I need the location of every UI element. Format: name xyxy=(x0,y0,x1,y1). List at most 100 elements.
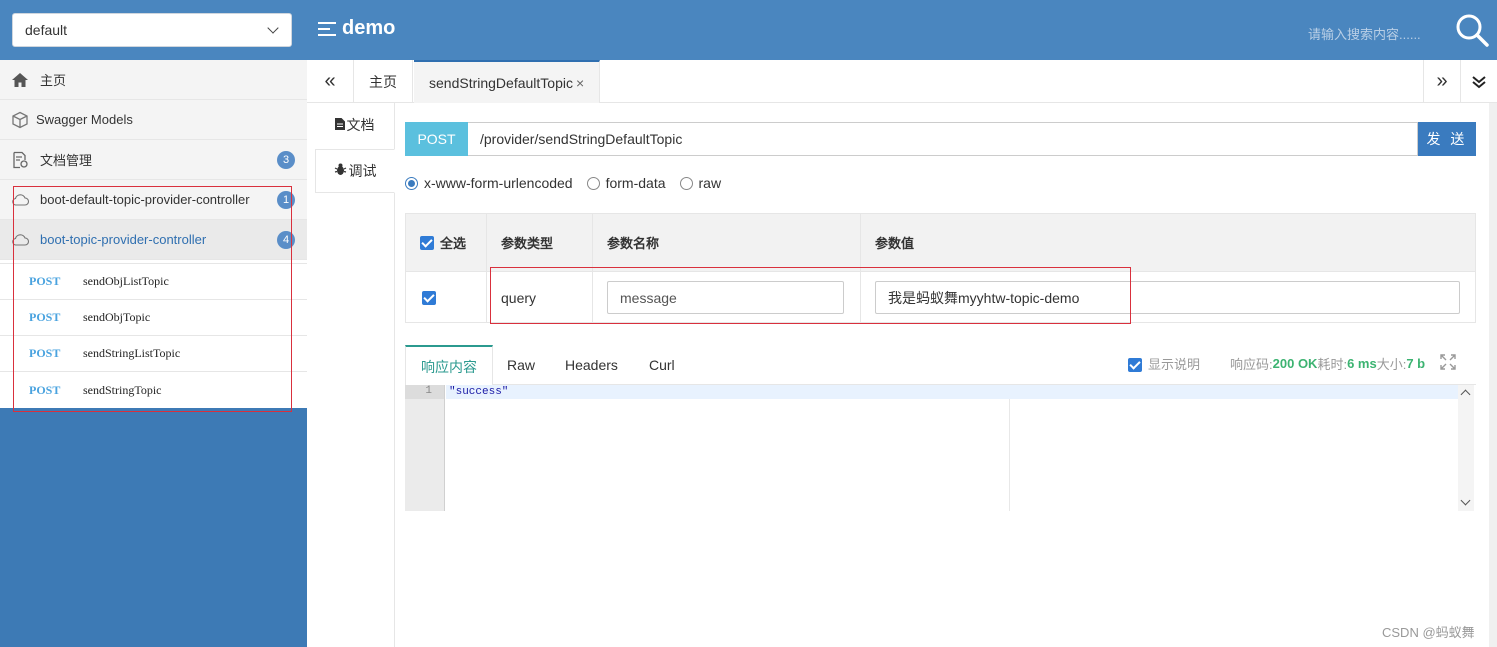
radio-urlencoded[interactable]: x-www-form-urlencoded xyxy=(405,175,573,191)
print-margin xyxy=(1009,399,1010,511)
cube-icon xyxy=(10,111,30,129)
params-table: 全选 参数类型 参数名称 参数值 query message 我是蚂蚁舞myyh… xyxy=(405,213,1476,323)
subtab-label: 文档 xyxy=(346,117,375,133)
group-select[interactable]: default xyxy=(12,13,292,47)
radio-raw[interactable]: raw xyxy=(679,175,722,191)
editor-scrollbar[interactable] xyxy=(1458,385,1474,511)
tab-current[interactable]: sendStringDefaultTopic × xyxy=(414,60,601,103)
search-icon[interactable] xyxy=(1454,12,1490,48)
line-number: 1 xyxy=(405,385,444,399)
subtab-doc[interactable]: 文档 xyxy=(315,103,394,147)
radio-label: raw xyxy=(698,175,722,191)
tab-label: 主页 xyxy=(369,73,397,90)
sidebar-item-swagger-models[interactable]: Swagger Models xyxy=(0,100,307,140)
header-cell: 参数类型 xyxy=(487,214,593,271)
time-label: 耗时: xyxy=(1317,357,1348,372)
sidebar-item-controller[interactable]: boot-topic-provider-controller 4 xyxy=(0,220,307,260)
line-gutter: 1 xyxy=(405,385,445,511)
param-name-cell: message xyxy=(593,272,861,323)
show-desc-label: 显示说明 xyxy=(1148,357,1201,372)
response-meta: 显示说明 响应码: 200 OK 耗时: 6 ms 大小: 7 b xyxy=(1128,354,1425,373)
count-badge: 3 xyxy=(277,151,295,169)
method-badge: POST xyxy=(405,122,468,156)
response-editor[interactable]: 1 "success" xyxy=(405,385,1474,511)
param-name-input[interactable]: message xyxy=(607,281,844,314)
watermark: CSDN @蚂蚁舞 xyxy=(1382,625,1475,640)
content-type-group: x-www-form-urlencoded form-data raw xyxy=(405,174,735,192)
fullscreen-icon[interactable] xyxy=(1440,354,1456,370)
show-desc-checkbox[interactable] xyxy=(1128,357,1142,372)
header-label: 全选 xyxy=(440,236,467,251)
menu-collapse-icon[interactable] xyxy=(318,21,336,37)
radio-dot xyxy=(679,176,693,190)
sidebar-api-item[interactable]: POST sendObjListTopic xyxy=(0,264,307,300)
header-cell: 参数值 xyxy=(875,236,915,251)
radio-form-data[interactable]: form-data xyxy=(586,175,666,191)
tab-bar: « 主页 sendStringDefaultTopic × » xyxy=(307,60,1497,103)
api-method: POST xyxy=(29,346,61,360)
tab-headers[interactable]: Headers xyxy=(550,345,633,385)
send-button[interactable]: 发 送 xyxy=(1418,122,1476,156)
sidebar-item-label: boot-default-topic-provider-controller xyxy=(40,192,250,207)
param-value-input[interactable]: 我是蚂蚁舞myyhtw-topic-demo xyxy=(875,281,1460,314)
sidebar-item-doc-manage[interactable]: 文档管理 3 xyxy=(0,140,307,180)
home-icon xyxy=(10,71,30,89)
sidebar-api-item[interactable]: POST sendStringTopic xyxy=(0,372,307,408)
sidebar-api-item[interactable]: POST sendStringListTopic xyxy=(0,336,307,372)
param-type: query xyxy=(487,272,593,323)
url-input[interactable]: /provider/sendStringDefaultTopic xyxy=(468,122,1418,156)
sidebar-menu: 主页 Swagger Models 文档管理 3 boot-default-to… xyxy=(0,60,307,408)
sidebar: 主页 Swagger Models 文档管理 3 boot-default-to… xyxy=(0,60,307,647)
radio-dot xyxy=(405,176,418,190)
chevron-down-icon xyxy=(267,22,279,34)
row-select xyxy=(406,272,487,323)
sidebar-item-home[interactable]: 主页 xyxy=(0,60,307,100)
api-method: POST xyxy=(29,274,61,288)
sidebar-item-label: boot-topic-provider-controller xyxy=(40,232,207,247)
tab-response-content[interactable]: 响应内容 xyxy=(405,345,493,386)
radio-label: form-data xyxy=(605,175,666,191)
group-select-value: default xyxy=(25,22,68,38)
sidebar-item-label: Swagger Models xyxy=(36,112,133,127)
api-cloud-icon xyxy=(10,191,30,209)
app-title: demo xyxy=(318,17,395,40)
tab-menu-icon[interactable] xyxy=(1460,60,1497,103)
file-icon xyxy=(334,117,345,133)
bug-icon xyxy=(334,163,347,179)
subtab-debug[interactable]: 调试 xyxy=(315,149,395,193)
select-all[interactable]: 全选 xyxy=(406,214,487,271)
sidebar-item-label: 主页 xyxy=(40,73,67,88)
count-badge: 4 xyxy=(277,231,295,249)
tab-label: sendStringDefaultTopic xyxy=(429,74,573,91)
chevron-down-icon[interactable] xyxy=(1460,495,1471,506)
tab-scroll-right-icon[interactable]: » xyxy=(1423,60,1460,103)
sidebar-item-controller[interactable]: boot-default-topic-provider-controller 1 xyxy=(0,180,307,220)
app-title-text: demo xyxy=(342,17,396,39)
search-input[interactable]: 请输入搜索内容...... xyxy=(1308,24,1421,43)
api-name: sendStringListTopic xyxy=(83,346,181,360)
api-method: POST xyxy=(29,310,61,324)
tab-raw[interactable]: Raw xyxy=(492,345,550,385)
api-method: POST xyxy=(29,382,61,397)
radio-dot xyxy=(586,176,600,190)
select-all-checkbox[interactable] xyxy=(420,235,434,250)
subtab-label: 调试 xyxy=(348,163,377,179)
params-header-row: 全选 参数类型 参数名称 参数值 xyxy=(406,214,1475,272)
response-time: 6 ms xyxy=(1347,356,1377,371)
api-name: sendStringTopic xyxy=(83,382,162,397)
top-header: default demo 请输入搜索内容...... xyxy=(0,0,1497,60)
sidebar-api-item[interactable]: POST sendObjTopic xyxy=(0,300,307,336)
sidebar-item-label: 文档管理 xyxy=(40,153,93,168)
row-checkbox[interactable] xyxy=(422,290,436,305)
tab-curl[interactable]: Curl xyxy=(634,345,690,385)
code-label: 响应码: xyxy=(1230,357,1273,372)
response-body: "success" xyxy=(446,385,1458,399)
tab-home[interactable]: 主页 xyxy=(354,60,413,103)
request-url-row: POST /provider/sendStringDefaultTopic 发 … xyxy=(405,122,1476,156)
api-name: sendObjTopic xyxy=(83,310,151,324)
chevron-up-icon[interactable] xyxy=(1460,389,1471,400)
page-scrollbar[interactable] xyxy=(1489,103,1497,647)
radio-label: x-www-form-urlencoded xyxy=(424,175,573,191)
tab-scroll-left-icon[interactable]: « xyxy=(307,60,354,103)
close-icon[interactable]: × xyxy=(576,75,584,91)
